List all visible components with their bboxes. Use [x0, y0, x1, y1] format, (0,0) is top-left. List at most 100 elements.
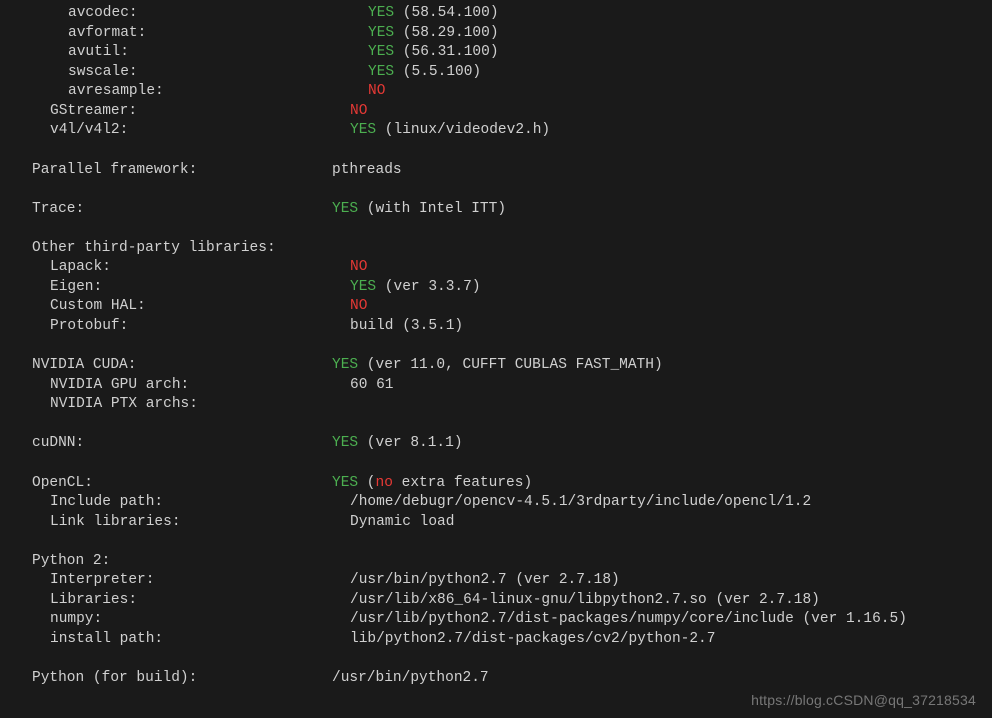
status-yes: YES — [332, 475, 358, 491]
output-line: avresample:NO — [32, 82, 992, 102]
line-label: NVIDIA CUDA: — [32, 356, 332, 376]
line-value: YES (ver 8.1.1) — [332, 434, 463, 454]
output-line: Interpreter:/usr/bin/python2.7 (ver 2.7.… — [32, 571, 992, 591]
line-label: Python 2: — [32, 552, 332, 572]
output-line: Lapack:NO — [32, 258, 992, 278]
line-value: YES (58.54.100) — [368, 4, 499, 24]
output-line: avcodec:YES (58.54.100) — [32, 4, 992, 24]
status-no: NO — [368, 83, 385, 99]
line-extra: pthreads — [332, 162, 402, 178]
blank-line — [32, 141, 992, 161]
status-yes: YES — [332, 201, 358, 217]
output-line: NVIDIA GPU arch:60 61 — [32, 376, 992, 396]
terminal-output: avcodec:YES (58.54.100)avformat:YES (58.… — [0, 0, 992, 689]
line-label: OpenCL: — [32, 474, 332, 494]
output-line: OpenCL:YES (no extra features) — [32, 474, 992, 494]
line-value: build (3.5.1) — [350, 317, 463, 337]
line-value: YES (with Intel ITT) — [332, 200, 506, 220]
line-value: /usr/lib/python2.7/dist-packages/numpy/c… — [350, 610, 907, 630]
line-label: Custom HAL: — [32, 297, 350, 317]
line-value: Dynamic load — [350, 513, 454, 533]
line-label: NVIDIA PTX archs: — [32, 395, 350, 415]
line-value: YES (linux/videodev2.h) — [350, 121, 550, 141]
line-label: Interpreter: — [32, 571, 350, 591]
output-line: Eigen:YES (ver 3.3.7) — [32, 278, 992, 298]
blank-line — [32, 415, 992, 435]
line-extra: /usr/lib/x86_64-linux-gnu/libpython2.7.s… — [350, 592, 820, 608]
output-line: Libraries:/usr/lib/x86_64-linux-gnu/libp… — [32, 591, 992, 611]
line-extra: build (3.5.1) — [350, 318, 463, 334]
line-value: NO — [350, 102, 367, 122]
line-label: numpy: — [32, 610, 350, 630]
status-no: NO — [350, 103, 367, 119]
output-line: NVIDIA CUDA:YES (ver 11.0, CUFFT CUBLAS … — [32, 356, 992, 376]
line-value: /usr/bin/python2.7 (ver 2.7.18) — [350, 571, 620, 591]
line-label: avresample: — [32, 82, 368, 102]
line-label: avformat: — [32, 24, 368, 44]
line-value: YES (56.31.100) — [368, 43, 499, 63]
line-value: YES (no extra features) — [332, 474, 532, 494]
status-yes: YES — [350, 279, 376, 295]
line-label: Include path: — [32, 493, 350, 513]
line-label: avcodec: — [32, 4, 368, 24]
line-extra-pre: ( — [358, 475, 375, 491]
line-extra: /usr/bin/python2.7 — [332, 670, 489, 686]
output-line: install path:lib/python2.7/dist-packages… — [32, 630, 992, 650]
output-line: Protobuf:build (3.5.1) — [32, 317, 992, 337]
watermark-text: https://blog.cCSDN@qq_37218534 — [751, 691, 976, 710]
blank-line — [32, 532, 992, 552]
output-line: GStreamer:NO — [32, 102, 992, 122]
line-label: GStreamer: — [32, 102, 350, 122]
line-value: /home/debugr/opencv-4.5.1/3rdparty/inclu… — [350, 493, 811, 513]
line-label: Lapack: — [32, 258, 350, 278]
output-line: Python (for build):/usr/bin/python2.7 — [32, 669, 992, 689]
line-extra: (ver 8.1.1) — [358, 435, 462, 451]
line-value: /usr/lib/x86_64-linux-gnu/libpython2.7.s… — [350, 591, 820, 611]
status-yes: YES — [368, 44, 394, 60]
status-yes: YES — [350, 122, 376, 138]
line-value: NO — [368, 82, 385, 102]
line-value: /usr/bin/python2.7 — [332, 669, 489, 689]
line-extra: (with Intel ITT) — [358, 201, 506, 217]
line-extra-post: extra features) — [393, 475, 532, 491]
line-extra: (56.31.100) — [394, 44, 498, 60]
output-line: Include path:/home/debugr/opencv-4.5.1/3… — [32, 493, 992, 513]
blank-line — [32, 337, 992, 357]
output-line: cuDNN:YES (ver 8.1.1) — [32, 434, 992, 454]
line-extra: (5.5.100) — [394, 64, 481, 80]
blank-line — [32, 219, 992, 239]
output-line: numpy:/usr/lib/python2.7/dist-packages/n… — [32, 610, 992, 630]
output-line: Trace:YES (with Intel ITT) — [32, 200, 992, 220]
status-yes: YES — [332, 435, 358, 451]
line-extra: (58.29.100) — [394, 25, 498, 41]
line-value: lib/python2.7/dist-packages/cv2/python-2… — [350, 630, 715, 650]
line-value: NO — [350, 297, 367, 317]
status-yes: YES — [332, 357, 358, 373]
output-line: Link libraries:Dynamic load — [32, 513, 992, 533]
line-label: Eigen: — [32, 278, 350, 298]
line-label: Protobuf: — [32, 317, 350, 337]
line-label: Other third-party libraries: — [32, 239, 332, 259]
line-label: Libraries: — [32, 591, 350, 611]
line-value: YES (ver 11.0, CUFFT CUBLAS FAST_MATH) — [332, 356, 663, 376]
line-label: Python (for build): — [32, 669, 332, 689]
line-extra: (ver 3.3.7) — [376, 279, 480, 295]
output-line: avutil:YES (56.31.100) — [32, 43, 992, 63]
output-line: avformat:YES (58.29.100) — [32, 24, 992, 44]
output-line: Other third-party libraries: — [32, 239, 992, 259]
line-label: Parallel framework: — [32, 161, 332, 181]
output-line: swscale:YES (5.5.100) — [32, 63, 992, 83]
line-extra: (58.54.100) — [394, 5, 498, 21]
status-yes: YES — [368, 25, 394, 41]
line-extra: /home/debugr/opencv-4.5.1/3rdparty/inclu… — [350, 494, 811, 510]
line-value: pthreads — [332, 161, 402, 181]
output-line: Parallel framework:pthreads — [32, 161, 992, 181]
status-no: NO — [350, 298, 367, 314]
line-label: v4l/v4l2: — [32, 121, 350, 141]
line-label: Link libraries: — [32, 513, 350, 533]
line-value: 60 61 — [350, 376, 394, 396]
line-label: swscale: — [32, 63, 368, 83]
line-extra: Dynamic load — [350, 514, 454, 530]
output-line: v4l/v4l2:YES (linux/videodev2.h) — [32, 121, 992, 141]
line-extra-keyword: no — [376, 475, 393, 491]
